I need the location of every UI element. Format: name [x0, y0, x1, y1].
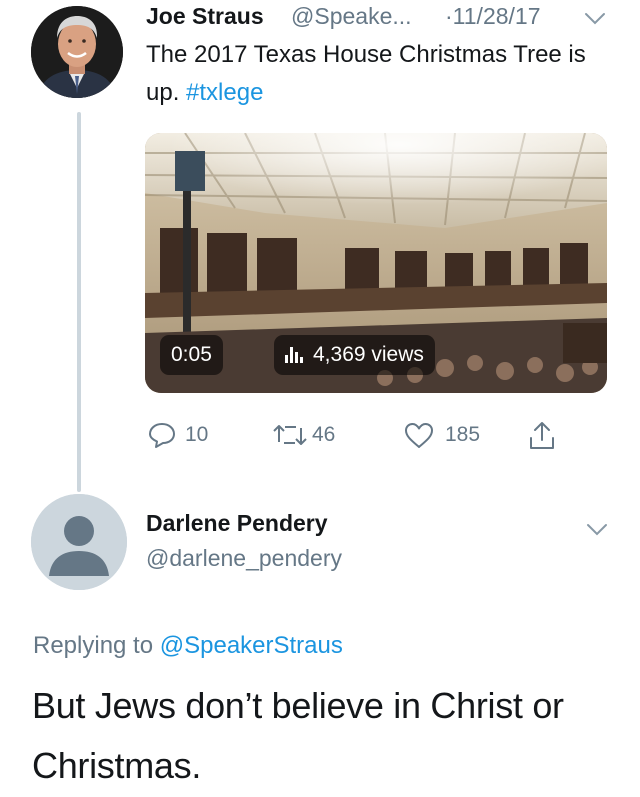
video-views-badge: 4,369 views [274, 335, 435, 375]
reply-button[interactable]: 10 [147, 420, 208, 450]
date-separator: · [445, 3, 453, 29]
video-duration: 0:05 [171, 343, 212, 366]
retweet-icon [272, 420, 308, 450]
volume-bars-icon [285, 347, 303, 363]
reply-count: 10 [185, 423, 209, 446]
chevron-down-icon[interactable] [583, 8, 607, 28]
reply-icon [147, 420, 177, 450]
like-button[interactable]: 185 [403, 420, 480, 450]
video-views: 4,369 views [313, 343, 424, 366]
avatar[interactable] [31, 6, 123, 98]
reply-author-name[interactable]: Darlene Pendery [146, 510, 328, 537]
retweet-button[interactable]: 46 [272, 420, 335, 450]
share-button[interactable] [527, 420, 557, 452]
avatar-default[interactable] [31, 494, 127, 590]
author-handle[interactable]: @Speake... [291, 3, 412, 30]
like-icon [403, 420, 435, 450]
chevron-down-icon[interactable] [585, 519, 609, 539]
author-name[interactable]: Joe Straus [146, 3, 264, 30]
hashtag-link[interactable]: #txlege [186, 79, 263, 106]
replying-prefix: Replying to [33, 632, 160, 659]
tweet-text: The 2017 Texas House Christmas Tree is u… [146, 36, 616, 112]
tweet-date-text: 11/28/17 [452, 3, 541, 29]
thread-connector-line [77, 112, 81, 492]
video-duration-badge: 0:05 [160, 335, 223, 375]
share-icon [527, 420, 557, 452]
mention-link[interactable]: @SpeakerStraus [160, 632, 343, 659]
tweet-date[interactable]: ·11/28/17 [445, 3, 541, 30]
retweet-count: 46 [312, 423, 336, 446]
like-count: 185 [445, 423, 481, 446]
reply-author-handle[interactable]: @darlene_pendery [146, 545, 342, 572]
replying-to: Replying to @SpeakerStraus [33, 632, 343, 660]
reply-text: But Jews don’t believe in Christ or Chri… [32, 685, 564, 786]
